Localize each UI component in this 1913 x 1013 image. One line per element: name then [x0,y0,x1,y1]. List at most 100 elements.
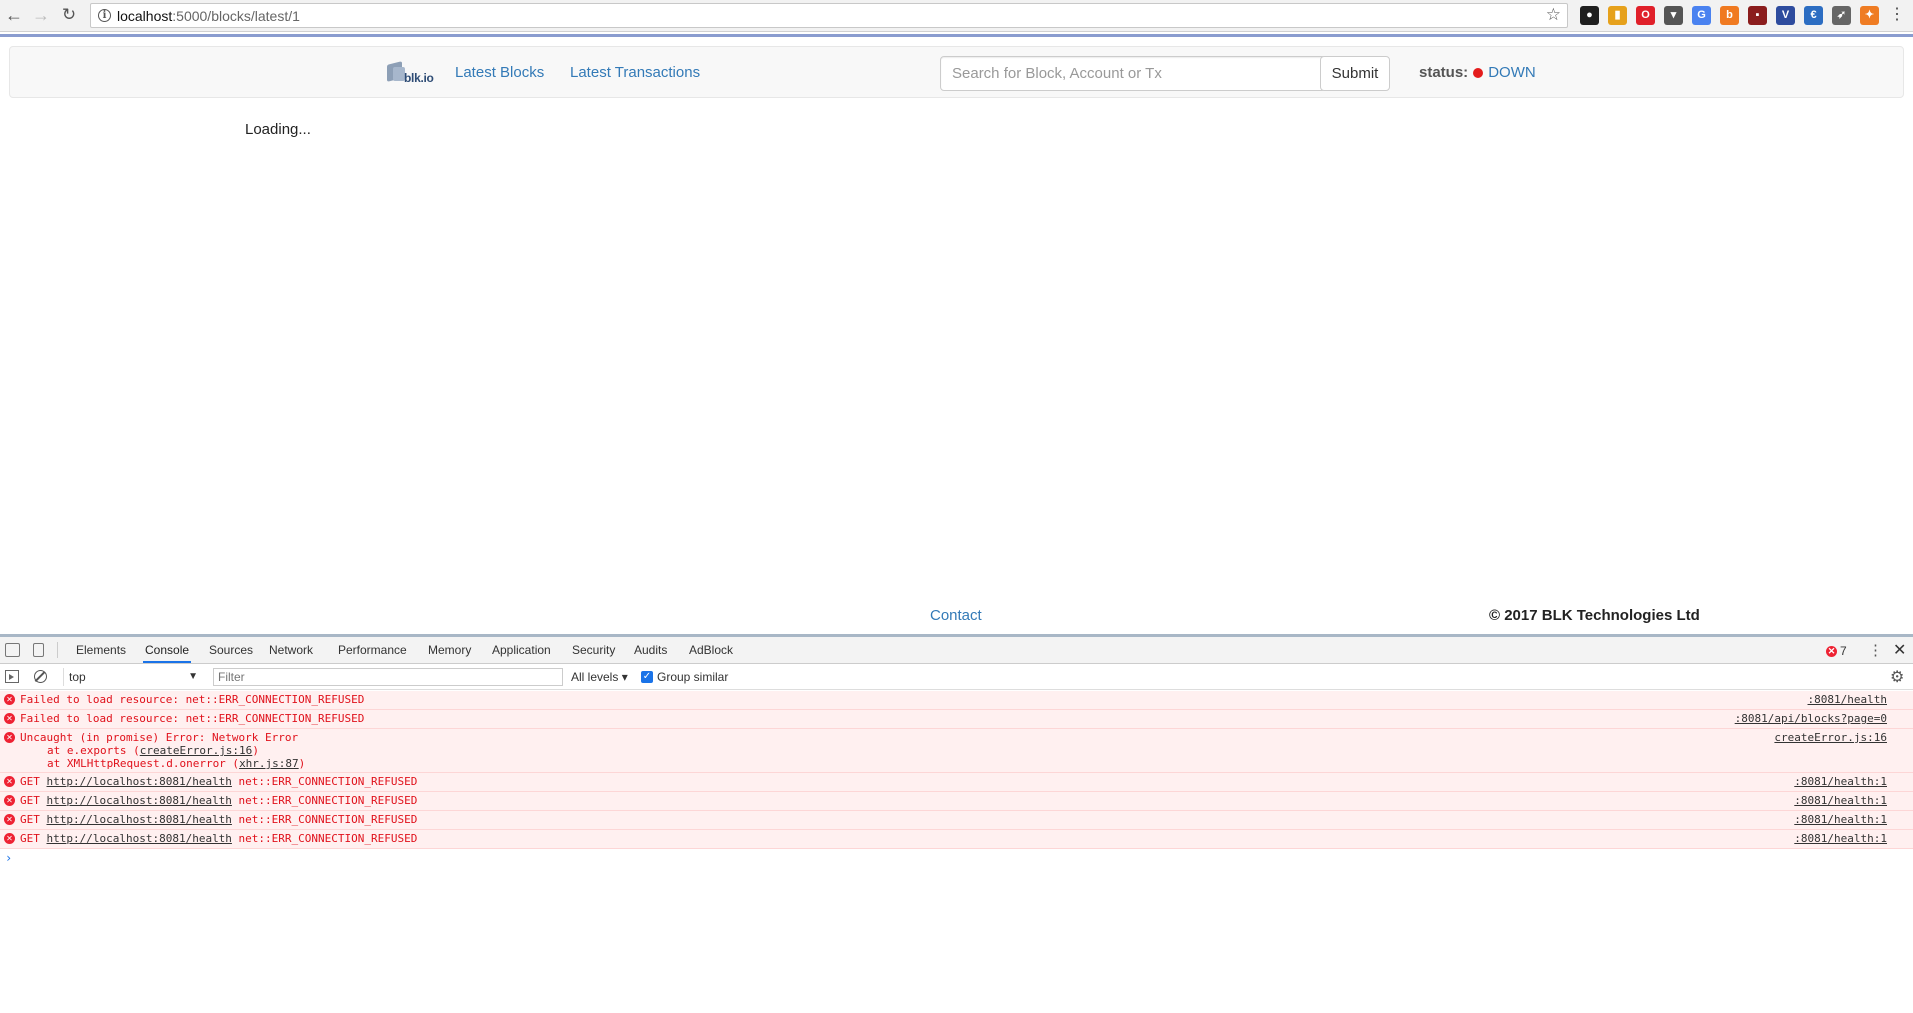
brand-logo[interactable]: blk.io [385,61,434,87]
devtools-panel: Elements Console Sources Network Performance… [0,634,1913,1013]
rocket-icon[interactable]: ➶ [1832,6,1851,25]
console-error-text: GET http://localhost:8081/health net::ER… [20,775,418,788]
message-source-link[interactable]: :8081/health:1 [1794,794,1887,807]
euro-icon[interactable]: € [1804,6,1823,25]
book-icon[interactable]: ▪ [1748,6,1767,25]
error-count: 7 [1840,644,1847,658]
stack-source-link[interactable]: xhr.js:87 [239,757,299,770]
request-url-link[interactable]: http://localhost:8081/health [47,832,232,845]
gear-icon[interactable]: ⚙ [1890,667,1904,687]
log-levels-select[interactable]: All levels ▾ [571,668,628,686]
extensions-bar: ● ▮ O ▾ Gb ▪ V € ➶ ✦ [1580,6,1879,26]
address-bar[interactable]: i localhost:5000/blocks/latest/1 ☆ [90,3,1568,28]
console-error-row: ✕ GET http://localhost:8081/health net::E… [0,830,1913,849]
console-error-text: GET http://localhost:8081/health net::ER… [20,832,418,845]
chart-icon[interactable]: ▮ [1608,6,1627,25]
tab-memory[interactable]: Memory [426,637,473,663]
stack-frame: at XMLHttpRequest.d.onerror (xhr.js:87) [47,757,306,770]
footer-copyright: © 2017 BLK Technologies Ltd [1489,607,1700,624]
reload-icon[interactable]: ↻ [58,4,80,26]
tab-network[interactable]: Network [267,637,315,663]
back-arrow-icon[interactable]: ← [3,4,25,26]
console-error-text: Uncaught (in promise) Error: Network Err… [20,731,299,744]
logo-text: blk.io [404,71,434,85]
levels-label: All levels [571,670,619,684]
browser-toolbar: ← → ↻ i localhost:5000/blocks/latest/1 ☆… [0,0,1913,32]
context-value: top [69,670,86,684]
console-sidebar-icon[interactable] [5,670,19,683]
submit-button[interactable]: Submit [1320,56,1390,91]
error-count-badge[interactable]: ✕ 7 [1826,644,1847,658]
tab-security[interactable]: Security [570,637,617,663]
footer-contact-link[interactable]: Contact [930,607,982,624]
url-text[interactable]: localhost:5000/blocks/latest/1 [117,8,300,24]
error-icon: ✕ [4,732,15,743]
nav-latest-transactions[interactable]: Latest Transactions [570,64,700,82]
status-value: DOWN [1488,64,1536,81]
tab-application[interactable]: Application [490,637,553,663]
error-icon: ✕ [4,694,15,705]
error-icon: ✕ [4,795,15,806]
error-icon: ✕ [4,814,15,825]
tab-audits[interactable]: Audits [632,637,669,663]
info-icon[interactable]: i [98,9,111,22]
message-source-link[interactable]: :8081/api/blocks?page=0 [1735,712,1887,725]
nav-latest-blocks[interactable]: Latest Blocks [455,64,544,82]
console-prompt[interactable]: › [0,849,1913,867]
filter-input[interactable] [213,668,563,686]
request-url-link[interactable]: http://localhost:8081/health [47,813,232,826]
metamask-icon[interactable]: ✦ [1860,6,1879,25]
group-similar-label: Group similar [657,670,729,684]
checkbox-checked-icon[interactable]: ✓ [641,671,653,683]
inspect-element-icon[interactable] [5,643,20,657]
browser-menu-icon[interactable]: ⋮ [1889,5,1905,25]
console-error-text: Failed to load resource: net::ERR_CONNEC… [20,693,365,706]
color-icon[interactable]: ● [1580,6,1599,25]
message-source-link[interactable]: :8081/health:1 [1794,832,1887,845]
bitcoin-icon[interactable]: b [1720,6,1739,25]
error-icon: ✕ [4,776,15,787]
stack-source-link[interactable]: createError.js:16 [140,744,253,757]
message-source-link[interactable]: :8081/health:1 [1794,775,1887,788]
close-icon[interactable]: ✕ [1893,640,1906,660]
console-messages: ✕Failed to load resource: net::ERR_CONNE… [0,691,1913,867]
console-error-text: GET http://localhost:8081/health net::ER… [20,794,418,807]
message-source-link[interactable]: :8081/health:1 [1794,813,1887,826]
device-toolbar-icon[interactable] [33,643,44,657]
chevron-down-icon: ▼ [188,671,198,682]
tab-performance[interactable]: Performance [336,637,409,663]
error-icon: ✕ [1826,645,1837,657]
clear-console-icon[interactable] [34,670,47,683]
opera-icon[interactable]: O [1636,6,1655,25]
status-indicator: status: DOWN [1419,64,1536,82]
request-url-link[interactable]: http://localhost:8081/health [47,775,232,788]
forward-arrow-icon[interactable]: → [30,4,52,26]
console-error-row: ✕ Failed to load resource: net::ERR_CONNE… [0,691,1913,710]
group-similar-toggle[interactable]: ✓ Group similar [641,668,728,686]
tab-adblock[interactable]: AdBlock [687,637,735,663]
status-dot-icon [1473,68,1484,78]
error-icon: ✕ [4,833,15,844]
console-error-row: ✕ GET http://localhost:8081/health net::E… [0,773,1913,792]
error-icon: ✕ [4,713,15,724]
console-error-row: ✕ Failed to load resource: net::ERR_CONNE… [0,710,1913,729]
search-input[interactable] [940,56,1326,91]
tab-console[interactable]: Console [143,637,192,663]
console-error-text: Failed to load resource: net::ERR_CONNEC… [20,712,365,725]
console-error-row: ✕ GET http://localhost:8081/health net::E… [0,792,1913,811]
pocket-icon[interactable]: ▾ [1664,6,1683,25]
tab-sources[interactable]: Sources [207,637,255,663]
translate-icon[interactable]: G [1692,6,1711,25]
context-select[interactable]: top ▼ [63,668,198,686]
message-source-link[interactable]: createError.js:16 [1774,731,1887,744]
devtools-tabbar: Elements Console Sources Network Performance… [0,637,1913,664]
request-url-link[interactable]: http://localhost:8081/health [47,794,232,807]
message-source-link[interactable]: :8081/health [1808,693,1887,706]
bookmark-star-icon[interactable]: ☆ [1546,5,1561,25]
console-error-row: ✕ GET http://localhost:8081/health net::E… [0,811,1913,830]
vue-icon[interactable]: V [1776,6,1795,25]
site-navbar: blk.io Latest Blocks Latest Transactions… [9,46,1904,98]
tab-elements[interactable]: Elements [74,637,128,663]
loading-text: Loading... [245,121,311,138]
devtools-menu-icon[interactable]: ⋮ [1868,641,1883,659]
